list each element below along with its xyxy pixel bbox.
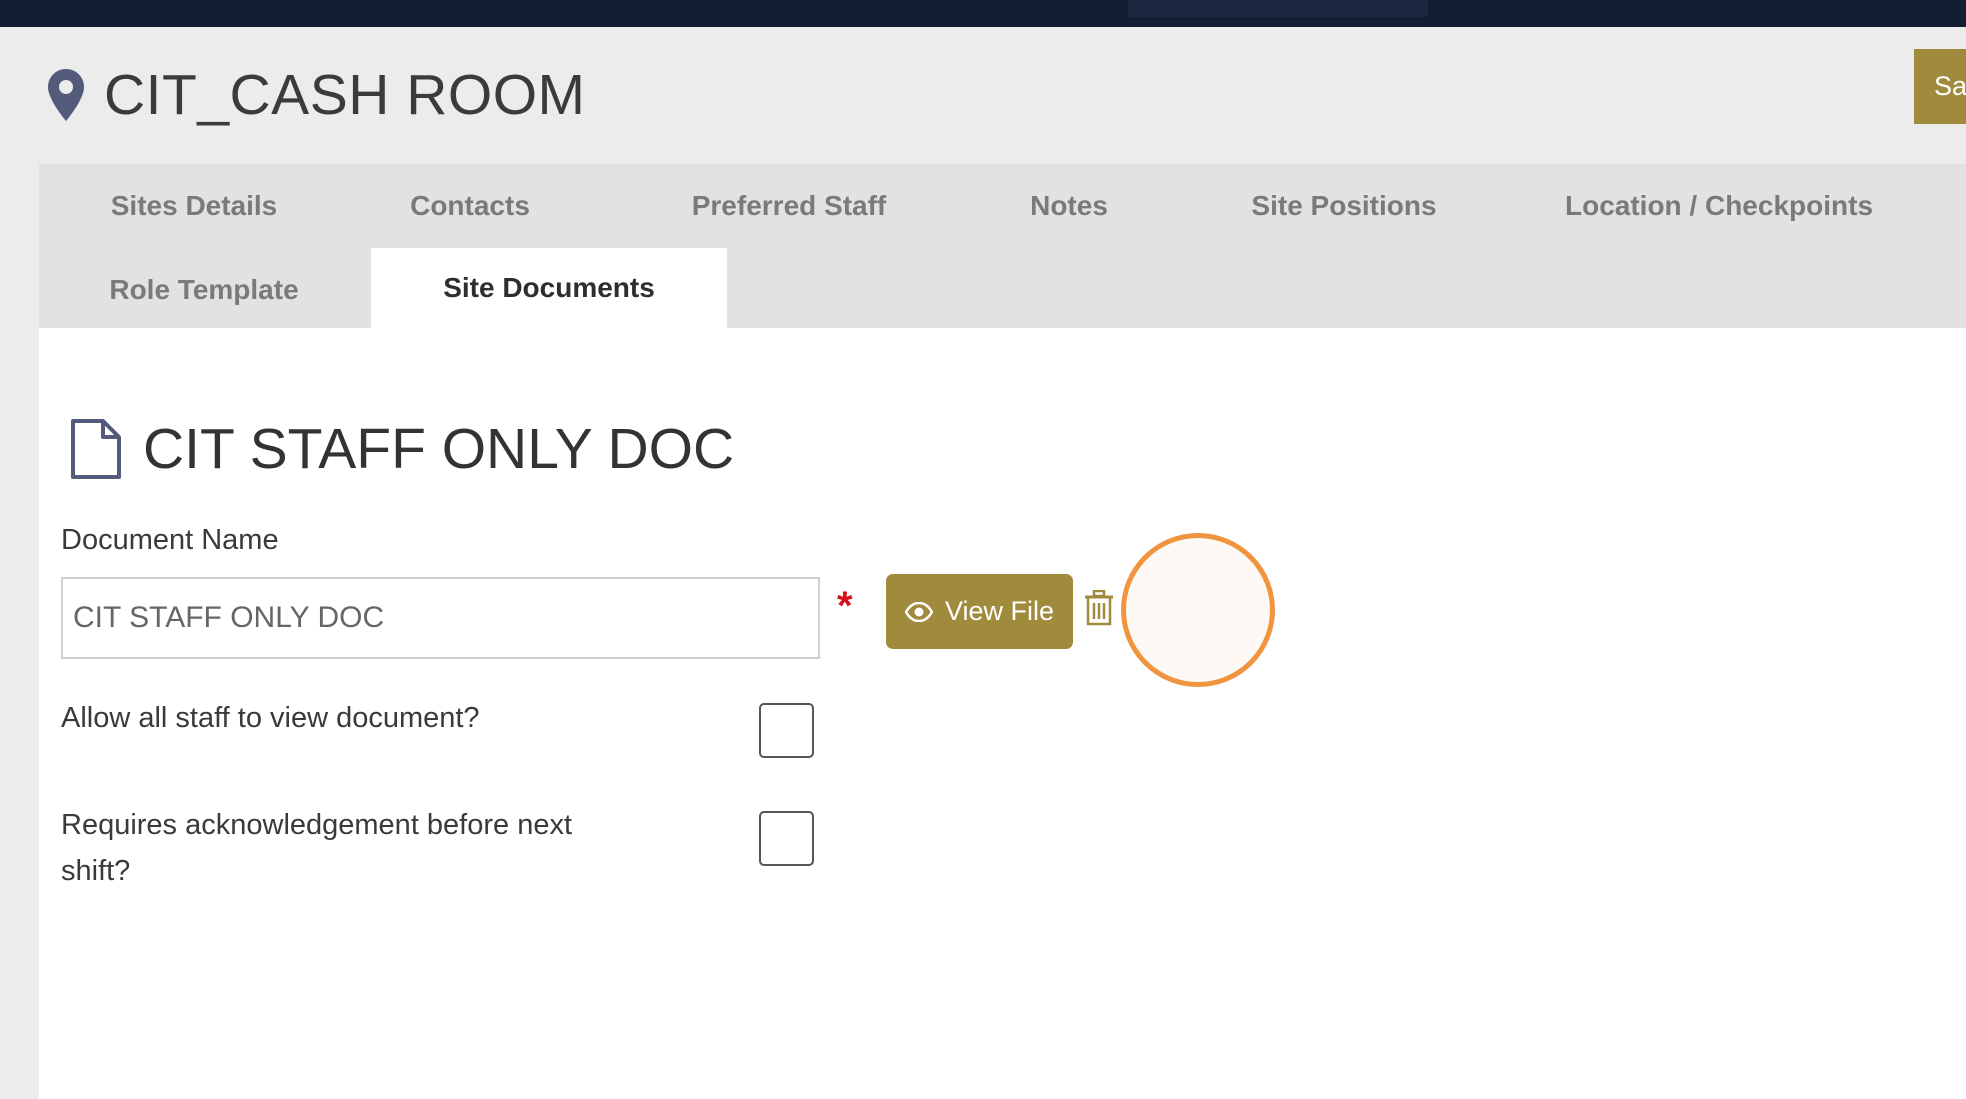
tab-label: Site Positions (1251, 190, 1437, 221)
eye-icon (904, 601, 933, 622)
view-file-label: View File (944, 596, 1055, 626)
document-name-input[interactable] (61, 577, 820, 659)
allow-all-staff-checkbox[interactable] (759, 703, 814, 758)
allow-all-staff-label: Allow all staff to view document? (61, 702, 480, 734)
document-name-label: Document Name (61, 524, 279, 556)
tab-preferred-staff[interactable]: Preferred Staff (659, 164, 919, 248)
tab-label: Notes (1030, 190, 1108, 221)
tab-label: Preferred Staff (691, 190, 887, 221)
requires-acknowledgement-checkbox[interactable] (759, 811, 814, 866)
tab-notes[interactable]: Notes (999, 164, 1139, 248)
tab-label: Location / Checkpoints (1564, 190, 1874, 221)
requires-acknowledgement-label: Requires acknowledgement before next shi… (61, 809, 573, 887)
tab-label: Contacts (410, 190, 530, 221)
tab-site-positions[interactable]: Site Positions (1219, 164, 1469, 248)
page-title: CIT_CASH ROOM (104, 63, 586, 127)
document-title: CIT STAFF ONLY DOC (143, 417, 735, 481)
page-header: CIT_CASH ROOM (48, 60, 586, 130)
tab-role-template[interactable]: Role Template (79, 248, 329, 332)
tab-label: Role Template (109, 274, 299, 305)
document-heading: CIT STAFF ONLY DOC (69, 416, 734, 482)
view-file-button[interactable]: View File (886, 574, 1073, 649)
tab-sites-details[interactable]: Sites Details (79, 164, 309, 248)
browser-tab-hint (1128, 0, 1428, 17)
tab-contacts[interactable]: Contacts (375, 164, 565, 248)
tab-label: Sites Details (110, 190, 278, 221)
site-documents-panel: CIT STAFF ONLY DOC Document Name * View … (39, 328, 1966, 1099)
tab-site-documents[interactable]: Site Documents (371, 248, 727, 328)
tab-location-checkpoints[interactable]: Location / Checkpoints (1549, 164, 1889, 248)
top-bar (0, 0, 1966, 27)
required-mark: * (837, 584, 853, 628)
trash-icon[interactable] (1084, 590, 1114, 626)
save-button[interactable]: Sa (1914, 49, 1966, 124)
file-icon (71, 419, 121, 479)
map-pin-icon (48, 69, 84, 121)
tab-bar: Sites Details Contacts Preferred Staff N… (39, 164, 1966, 328)
click-highlight (1121, 533, 1275, 687)
tab-label: Site Documents (443, 272, 655, 303)
